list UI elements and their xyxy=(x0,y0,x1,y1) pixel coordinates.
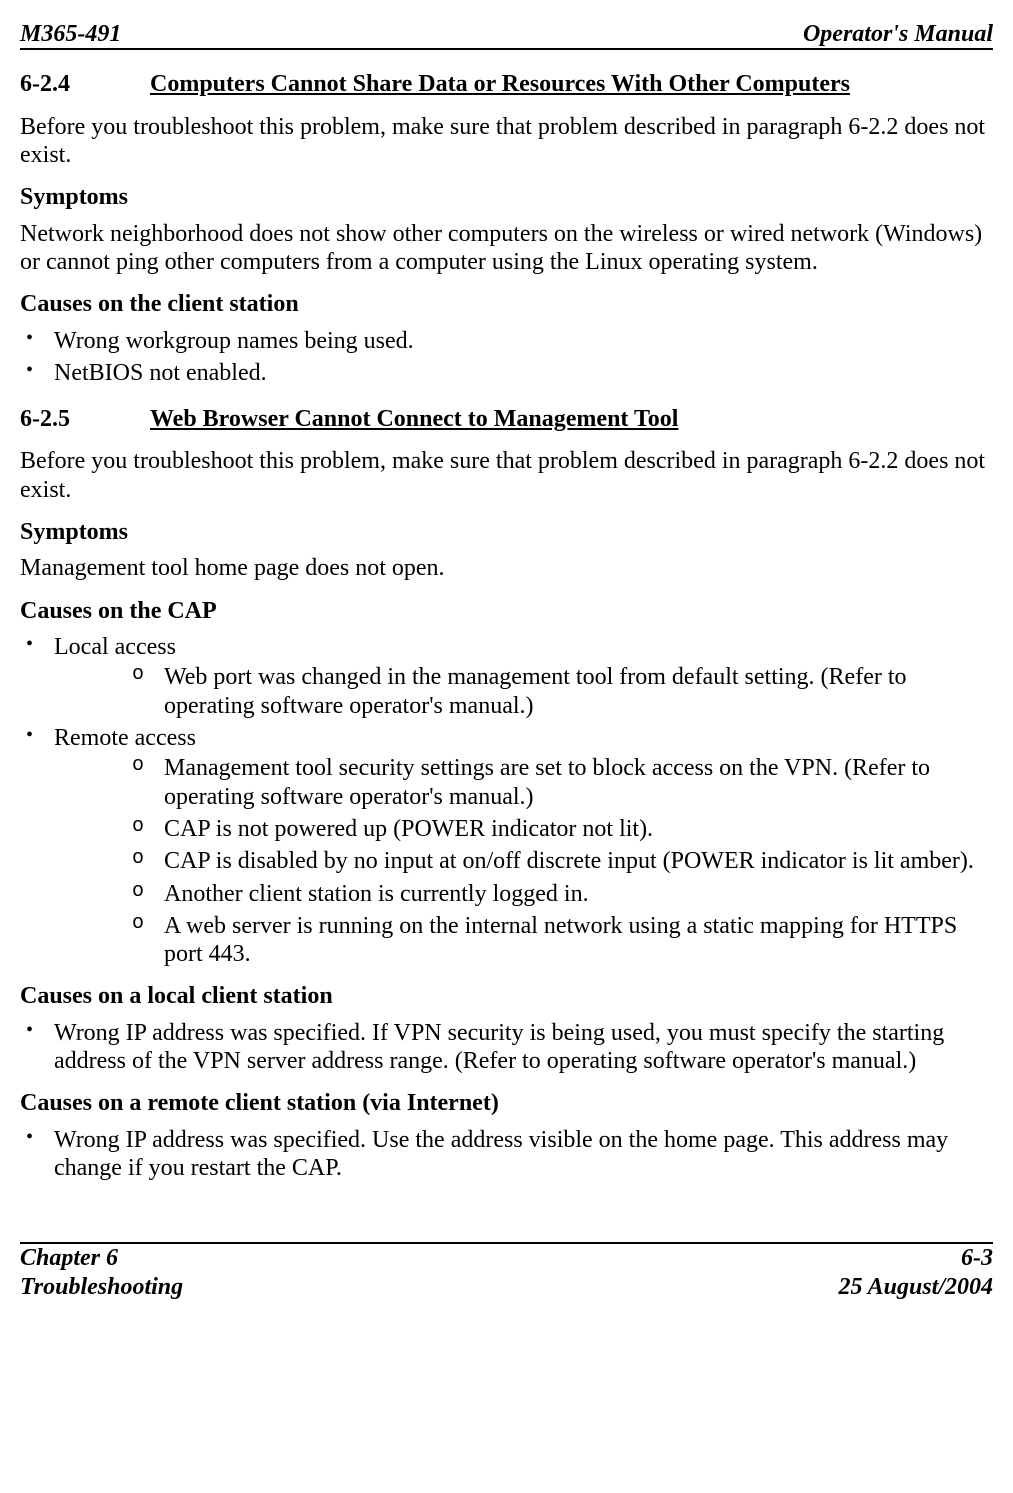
list-item-local-access: Local access Web port was changed in the… xyxy=(20,633,993,720)
local-access-sublist: Web port was changed in the management t… xyxy=(124,663,993,720)
causes-cap-label-625: Causes on the CAP xyxy=(20,597,993,625)
symptoms-text-625: Management tool home page does not open. xyxy=(20,554,993,582)
list-item: A web server is running on the internal … xyxy=(124,912,993,969)
section-6-2-5-intro: Before you troubleshoot this problem, ma… xyxy=(20,447,993,504)
page-footer: Chapter 6 Troubleshooting 6-3 25 August/… xyxy=(20,1242,993,1301)
footer-section-name: Troubleshooting xyxy=(20,1273,183,1301)
section-6-2-4-num: 6-2.4 xyxy=(20,70,150,98)
section-6-2-5-title: Web Browser Cannot Connect to Management… xyxy=(150,405,678,433)
causes-cap-list-625: Local access Web port was changed in the… xyxy=(20,633,993,968)
header-left: M365-491 xyxy=(20,20,121,48)
symptoms-label-624: Symptoms xyxy=(20,183,993,211)
causes-remote-client-label-625: Causes on a remote client station (via I… xyxy=(20,1089,993,1117)
header-right: Operator's Manual xyxy=(803,20,993,48)
symptoms-label-625: Symptoms xyxy=(20,518,993,546)
footer-chapter: Chapter 6 xyxy=(20,1244,183,1272)
list-item: Wrong IP address was specified. Use the … xyxy=(20,1126,993,1183)
symptoms-text-624: Network neighborhood does not show other… xyxy=(20,220,993,277)
list-item: Another client station is currently logg… xyxy=(124,880,993,908)
list-item: Web port was changed in the management t… xyxy=(124,663,993,720)
footer-date: 25 August/2004 xyxy=(839,1273,994,1301)
list-item: Wrong workgroup names being used. xyxy=(20,327,993,355)
section-6-2-5-num: 6-2.5 xyxy=(20,405,150,433)
section-6-2-4-title: Computers Cannot Share Data or Resources… xyxy=(150,70,850,98)
section-6-2-4-intro: Before you troubleshoot this problem, ma… xyxy=(20,113,993,170)
list-item: NetBIOS not enabled. xyxy=(20,359,993,387)
causes-client-list-624: Wrong workgroup names being used. NetBIO… xyxy=(20,327,993,388)
footer-page-number: 6-3 xyxy=(839,1244,994,1272)
local-access-label: Local access xyxy=(54,634,176,660)
footer-right-col: 6-3 25 August/2004 xyxy=(839,1244,994,1301)
section-6-2-4-heading: 6-2.4 Computers Cannot Share Data or Res… xyxy=(20,70,993,98)
causes-local-client-label-625: Causes on a local client station xyxy=(20,982,993,1010)
remote-access-label: Remote access xyxy=(54,725,196,751)
list-item-remote-access: Remote access Management tool security s… xyxy=(20,724,993,969)
causes-client-label-624: Causes on the client station xyxy=(20,290,993,318)
list-item: Wrong IP address was specified. If VPN s… xyxy=(20,1019,993,1076)
page-header: M365-491 Operator's Manual xyxy=(20,20,993,50)
causes-remote-client-list-625: Wrong IP address was specified. Use the … xyxy=(20,1126,993,1183)
causes-local-client-list-625: Wrong IP address was specified. If VPN s… xyxy=(20,1019,993,1076)
list-item: CAP is disabled by no input at on/off di… xyxy=(124,847,993,875)
section-6-2-5-heading: 6-2.5 Web Browser Cannot Connect to Mana… xyxy=(20,405,993,433)
remote-access-sublist: Management tool security settings are se… xyxy=(124,754,993,968)
list-item: CAP is not powered up (POWER indicator n… xyxy=(124,815,993,843)
list-item: Management tool security settings are se… xyxy=(124,754,993,811)
footer-left-col: Chapter 6 Troubleshooting xyxy=(20,1244,183,1301)
